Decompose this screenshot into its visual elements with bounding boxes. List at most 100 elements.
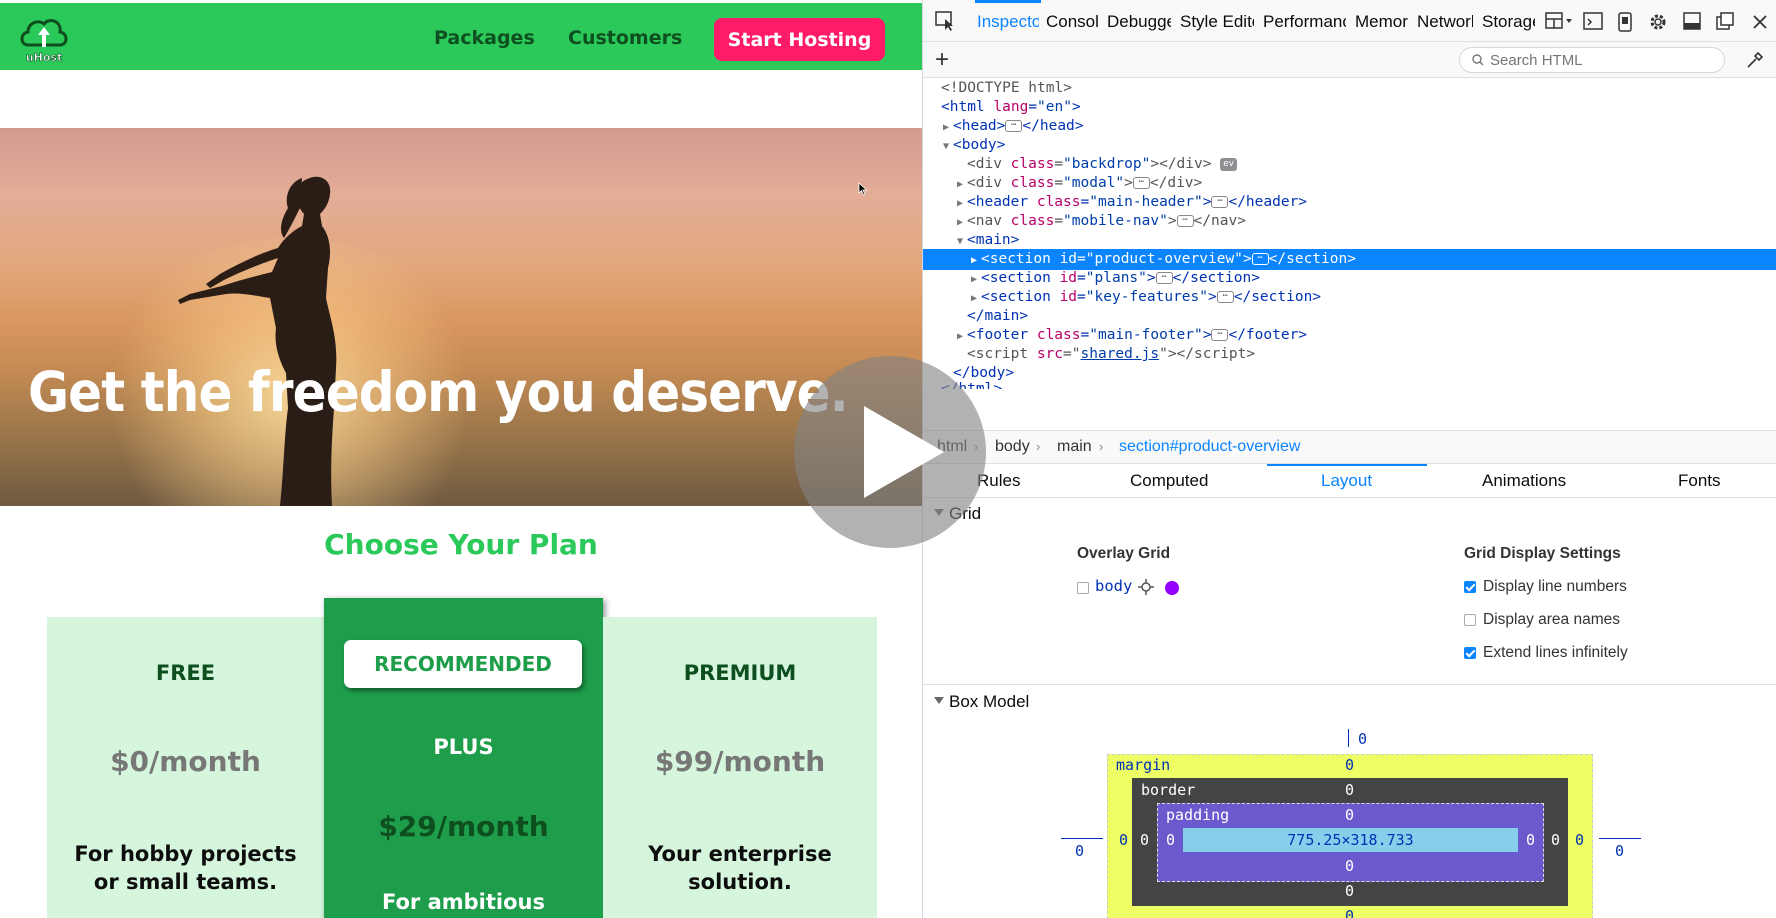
display-line-numbers-label: Display line numbers — [1483, 578, 1627, 595]
breadcrumb-section[interactable]: section#product-overview — [1119, 438, 1300, 456]
breadcrumb: html › body › main › section#product-ove… — [923, 430, 1776, 464]
markup-line-backdrop[interactable]: <div class="backdrop"></div> ev — [923, 154, 1776, 175]
markup-line-footer[interactable]: ▶ <footer class="main-footer"> ⋯ </footer> — [923, 325, 1776, 346]
attr-value: "modal" — [1063, 175, 1125, 191]
box-model-section-header[interactable]: Box Model — [923, 688, 1776, 716]
attr-value: "main-footer" — [1089, 327, 1203, 343]
padding-top-value[interactable]: 0 — [1345, 806, 1354, 824]
tab-layout[interactable]: Layout — [1321, 471, 1372, 491]
grid-color-swatch[interactable] — [1165, 581, 1179, 595]
tab-style-editor[interactable]: Style Editor — [1180, 12, 1254, 32]
margin-top-value[interactable]: 0 — [1345, 756, 1354, 774]
markup-line-html-close[interactable]: </html> — [923, 379, 1776, 389]
tab-debugger[interactable]: Debugger — [1107, 12, 1171, 32]
tab-performance[interactable]: Performance — [1263, 12, 1346, 32]
responsive-design-icon[interactable] — [1618, 12, 1632, 32]
markup-line-modal[interactable]: ▶ <div class="modal"> ⋯ </div> — [923, 173, 1776, 194]
grid-section-header[interactable]: Grid — [923, 500, 1776, 528]
markup-line-section-product-overview[interactable]: ▶ <section id="product-overview"> ⋯ </secti… — [923, 249, 1776, 270]
collapse-arrow-icon — [934, 697, 944, 704]
border-top-value[interactable]: 0 — [1345, 781, 1354, 799]
split-console-icon[interactable] — [1583, 12, 1603, 30]
nav-link-packages[interactable]: Packages — [434, 27, 535, 49]
content-size-value[interactable]: 775.25×318.733 — [1183, 831, 1518, 849]
collapsed-ellipsis-icon[interactable]: ⋯ — [1155, 272, 1173, 284]
collapsed-ellipsis-icon[interactable]: ⋯ — [1216, 291, 1234, 303]
padding-left-value[interactable]: 0 — [1166, 831, 1175, 849]
plan-price: $99/month — [654, 745, 826, 778]
overlay-grid-checkbox[interactable] — [1077, 582, 1089, 594]
breadcrumb-body[interactable]: body — [995, 438, 1030, 456]
uhost-logo[interactable]: uHost — [18, 13, 70, 64]
position-left-value[interactable]: 0 — [1075, 842, 1084, 860]
separate-window-icon[interactable] — [1716, 12, 1734, 30]
tab-fonts[interactable]: Fonts — [1678, 471, 1721, 491]
search-html-input[interactable] — [1490, 51, 1710, 69]
markup-line-head[interactable]: ▶ <head> ⋯ </head> — [923, 116, 1776, 137]
collapsed-ellipsis-icon[interactable]: ⋯ — [1005, 120, 1023, 132]
display-area-names-checkbox[interactable] — [1464, 614, 1476, 626]
margin-bottom-value[interactable]: 0 — [1345, 907, 1354, 918]
highlight-element-icon[interactable] — [1137, 578, 1155, 596]
eyedropper-icon[interactable] — [1745, 50, 1765, 70]
markup-line-main-close[interactable]: </main> — [923, 306, 1776, 327]
plan-card-plus: RECOMMENDED PLUS $29/month For ambitious — [324, 598, 603, 918]
tab-storage[interactable]: Storage — [1482, 12, 1535, 32]
markup-line-doctype[interactable]: <!DOCTYPE html> — [923, 78, 1776, 99]
element-picker-icon[interactable] — [935, 11, 957, 31]
tab-console[interactable]: Console — [1046, 12, 1098, 32]
collapsed-ellipsis-icon[interactable]: ⋯ — [1132, 177, 1150, 189]
border-right-value[interactable]: 0 — [1551, 831, 1560, 849]
script-src-link[interactable]: shared.js — [1081, 346, 1160, 362]
extend-lines-checkbox[interactable] — [1464, 647, 1476, 659]
add-node-plus-icon[interactable]: + — [935, 48, 949, 72]
collapsed-ellipsis-icon[interactable]: ⋯ — [1176, 215, 1194, 227]
attr-value: "plans" — [1085, 270, 1147, 286]
settings-gear-icon[interactable] — [1648, 12, 1668, 32]
video-play-button[interactable] — [794, 356, 986, 548]
position-top-value[interactable]: 0 — [1358, 730, 1367, 748]
tab-inspector[interactable]: Inspector — [977, 12, 1039, 32]
margin-left-value[interactable]: 0 — [1119, 831, 1128, 849]
markup-line-mobile-nav[interactable]: ▶ <nav class="mobile-nav"> ⋯ </nav> — [923, 211, 1776, 232]
collapsed-ellipsis-icon[interactable]: ⋯ — [1251, 253, 1269, 265]
markup-line-body[interactable]: ▼ <body> — [923, 135, 1776, 156]
hero-banner: Get the freedom you deserve. — [0, 128, 922, 506]
event-badge[interactable]: ev — [1220, 157, 1238, 171]
display-line-numbers-checkbox[interactable] — [1464, 581, 1476, 593]
attr-value: "product-overview" — [1085, 251, 1243, 267]
markup-line-html[interactable]: <html lang="en"> — [923, 97, 1776, 118]
markup-line-main[interactable]: ▼ <main> — [923, 230, 1776, 251]
markup-line-section-key-features[interactable]: ▶ <section id="key-features"> ⋯ </section> — [923, 287, 1776, 308]
padding-label: padding — [1166, 806, 1230, 824]
tab-memory[interactable]: Memory — [1355, 12, 1408, 32]
markup-line-header[interactable]: ▶ <header class="main-header"> ⋯ </header> — [923, 192, 1776, 213]
margin-right-value[interactable]: 0 — [1575, 831, 1584, 849]
collapsed-ellipsis-icon[interactable]: ⋯ — [1211, 196, 1229, 208]
chevron-right-icon: › — [1036, 439, 1041, 454]
border-bottom-value[interactable]: 0 — [1345, 882, 1354, 900]
tab-network[interactable]: Network — [1417, 12, 1473, 32]
border-left-value[interactable]: 0 — [1140, 831, 1149, 849]
start-hosting-button[interactable]: Start Hosting — [714, 18, 885, 61]
dock-bottom-icon[interactable] — [1683, 12, 1701, 30]
woman-silhouette-image — [178, 176, 337, 506]
plan-description-line: For hobby projects — [74, 842, 297, 866]
markup-line-script[interactable]: <script src="shared.js"></script> — [923, 344, 1776, 365]
overlay-grid-body-label[interactable]: body — [1095, 577, 1132, 595]
grid-display-settings-heading: Grid Display Settings — [1464, 545, 1621, 562]
close-icon[interactable] — [1752, 14, 1768, 30]
collapsed-ellipsis-icon[interactable]: ⋯ — [1211, 329, 1229, 341]
layout-dropdown-icon[interactable] — [1545, 12, 1575, 30]
attr-value: "mobile-nav" — [1063, 213, 1168, 229]
padding-bottom-value[interactable]: 0 — [1345, 857, 1354, 875]
markup-line-section-plans[interactable]: ▶ <section id="plans"> ⋯ </section> — [923, 268, 1776, 289]
nav-link-customers[interactable]: Customers — [568, 27, 682, 49]
tag-name: main — [984, 308, 1020, 324]
search-html-box[interactable] — [1459, 47, 1725, 73]
padding-right-value[interactable]: 0 — [1526, 831, 1535, 849]
position-right-value[interactable]: 0 — [1615, 842, 1624, 860]
tab-animations[interactable]: Animations — [1482, 471, 1566, 491]
breadcrumb-main[interactable]: main — [1057, 438, 1092, 456]
tab-computed[interactable]: Computed — [1130, 471, 1208, 491]
